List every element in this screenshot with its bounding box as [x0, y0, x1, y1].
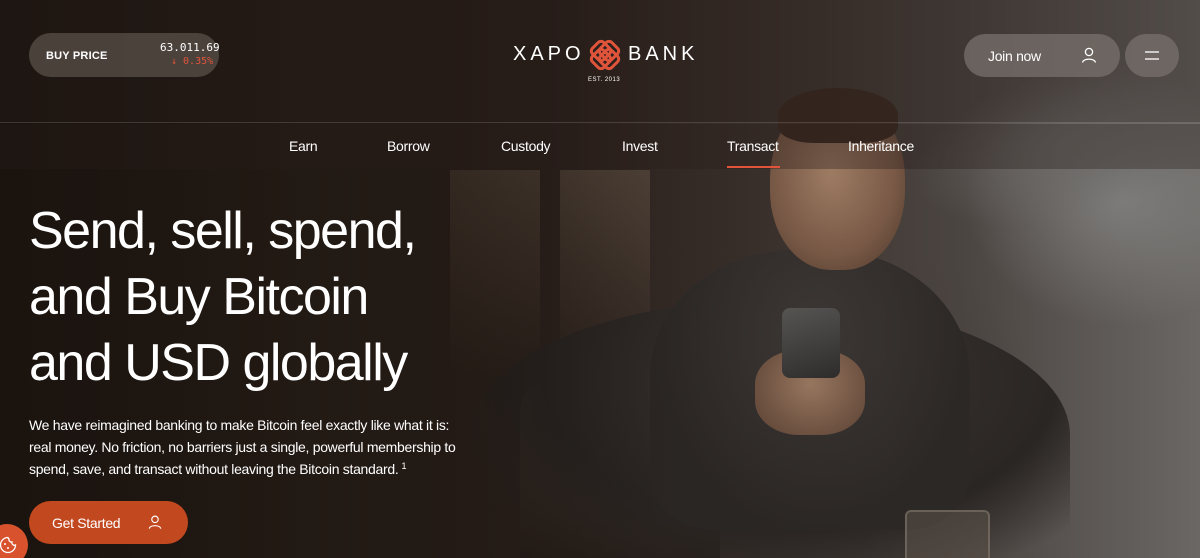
site-header: BUY PRICE 63.011.69 ↓ 0.35% XAPO BANK ES… [0, 0, 1200, 123]
menu-button[interactable] [1125, 34, 1179, 77]
price-value: 63.011.69 [160, 41, 220, 54]
headline-line-2: and Buy Bitcoin [29, 268, 369, 326]
cookie-icon [0, 536, 17, 554]
user-icon [1081, 47, 1097, 63]
hero-description-text: We have reimagined banking to make Bitco… [29, 417, 456, 477]
join-now-button[interactable]: Join now [964, 34, 1120, 77]
logo-text-right: BANK [628, 43, 699, 65]
hero-headline: Send, sell, spend, and Buy Bitcoin and U… [29, 198, 499, 396]
price-label: BUY PRICE [46, 50, 108, 62]
nav-item-transact[interactable]: Transact [727, 138, 779, 154]
headline-line-1: Send, sell, spend, [29, 202, 417, 260]
footnote-marker[interactable]: 1 [401, 461, 406, 471]
join-now-label: Join now [988, 48, 1041, 64]
hero-description: We have reimagined banking to make Bitco… [29, 414, 459, 480]
get-started-label: Get Started [52, 515, 121, 531]
active-nav-indicator [727, 166, 780, 168]
nav-item-earn[interactable]: Earn [289, 138, 318, 154]
nav-item-borrow[interactable]: Borrow [387, 138, 430, 154]
logo-text-left: XAPO [513, 43, 585, 65]
xapo-bank-logo[interactable]: XAPO BANK EST. 2013 [513, 36, 698, 88]
xapo-logo-mark-icon [589, 39, 621, 71]
logo-established: EST. 2013 [588, 77, 621, 83]
user-icon [148, 515, 162, 529]
main-navigation: Earn Borrow Custody Invest Transact Inhe… [0, 124, 1200, 169]
price-ticker[interactable]: BUY PRICE 63.011.69 ↓ 0.35% [29, 33, 220, 77]
hamburger-menu-icon [1145, 51, 1159, 60]
nav-item-inheritance[interactable]: Inheritance [848, 138, 914, 154]
price-change: ↓ 0.35% [171, 56, 214, 67]
nav-item-invest[interactable]: Invest [622, 138, 658, 154]
headline-line-3: and USD globally [29, 334, 408, 392]
get-started-button[interactable]: Get Started [29, 501, 188, 544]
nav-item-custody[interactable]: Custody [501, 138, 551, 154]
